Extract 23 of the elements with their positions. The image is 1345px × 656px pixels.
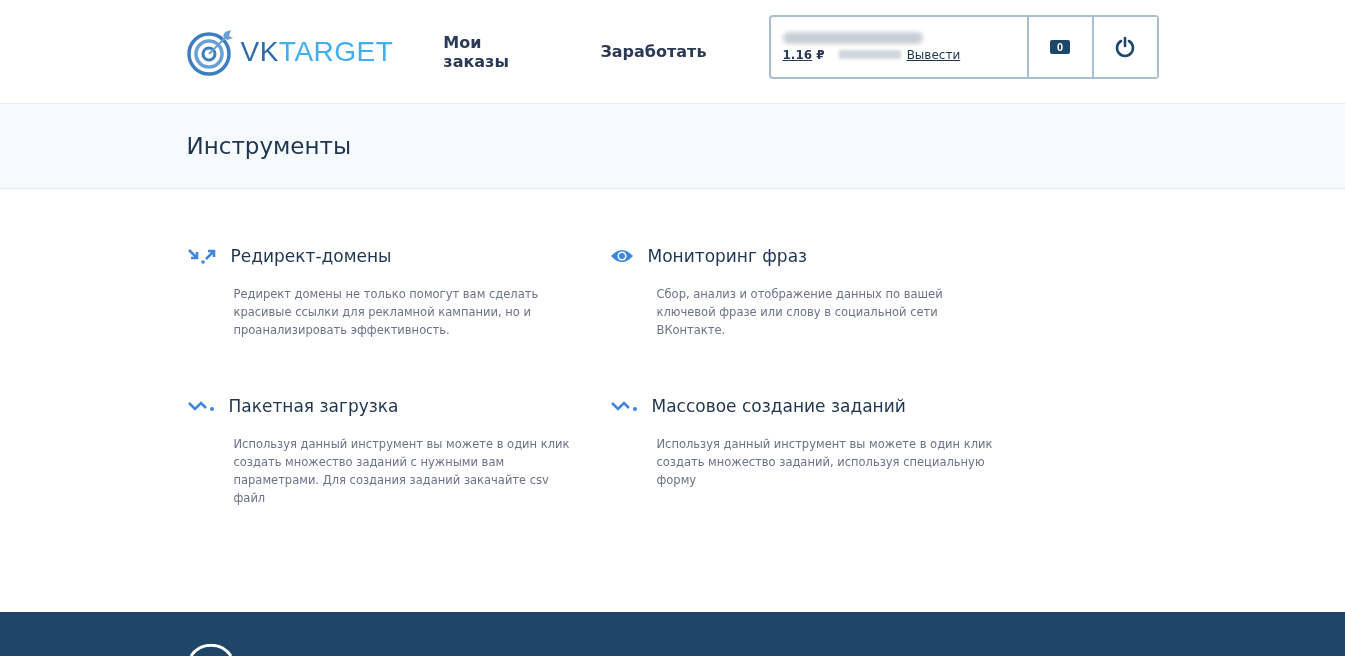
eye-icon [609, 248, 634, 264]
nav-link[interactable]: Заработать [600, 42, 707, 61]
tool-description: Сбор, анализ и отображение данных по вашей ключевой фразе или слову в социальной сети ВКонтакте. [656, 286, 944, 339]
tool-description: Используя данный инструмент вы можете в один клик создать множество заданий, используя специальную форму [656, 436, 994, 489]
message-count-badge: 0 [1049, 39, 1071, 54]
tool-description: Используя данный инструмент вы можете в один клик создать множество заданий с нужными вам параметрами. Для создания заданий закачайте csv файл [233, 436, 571, 507]
nav-link[interactable]: Мои заказы [443, 32, 549, 71]
zigzag-icon [609, 399, 638, 413]
logo-text: VKTARGET [240, 35, 394, 68]
target-logo-icon [186, 27, 235, 76]
page-title: Инструменты [186, 133, 353, 159]
logo-link[interactable]: VKTARGET [186, 27, 394, 76]
tool-title[interactable]: Пакетная загрузка [228, 396, 399, 416]
tool-description: Редирект домены не только помогут вам сделать красивые ссылки для рекламной кампании, но и проанализировать эффективность. [233, 286, 540, 339]
diverging-arrows-icon [186, 247, 217, 265]
power-icon [1115, 35, 1135, 58]
balance-amount: 1.16 ₽ [782, 47, 825, 62]
tool-title[interactable]: Массовое создание заданий [651, 396, 906, 416]
tool-title[interactable]: Мониторинг фраз [647, 246, 808, 266]
logout-button[interactable] [1091, 16, 1157, 77]
zigzag-icon [186, 399, 215, 413]
withdraw-link[interactable]: Вывести [906, 47, 961, 62]
tool-title[interactable]: Редирект-домены [230, 246, 392, 266]
